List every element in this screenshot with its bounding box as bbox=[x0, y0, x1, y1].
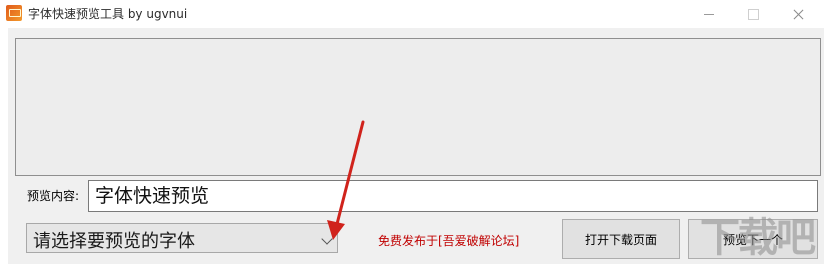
window-title: 字体快速预览工具 by ugvnui bbox=[28, 7, 188, 21]
maximize-button[interactable] bbox=[731, 0, 776, 28]
minimize-button[interactable] bbox=[686, 0, 731, 28]
title-bar[interactable]: 字体快速预览工具 by ugvnui bbox=[0, 0, 824, 28]
font-select-dropdown[interactable]: 请选择要预览的字体 bbox=[26, 223, 338, 253]
preview-content-label: 预览内容: bbox=[27, 189, 80, 203]
close-icon bbox=[793, 9, 804, 20]
watermark-logo: 下载吧 bbox=[700, 215, 816, 261]
release-notice: 免费发布于[吾爱破解论坛] bbox=[378, 234, 520, 248]
open-download-page-button[interactable]: 打开下载页面 bbox=[562, 219, 680, 259]
minimize-icon bbox=[703, 13, 714, 15]
close-button[interactable] bbox=[776, 0, 821, 28]
font-preview-panel bbox=[15, 38, 821, 176]
maximize-icon bbox=[748, 8, 759, 20]
chevron-down-icon bbox=[321, 233, 333, 245]
app-window: 字体快速预览工具 by ugvnui 预览内容: 字体快速预览 请选择要预览的字… bbox=[0, 0, 824, 264]
font-select-value: 请选择要预览的字体 bbox=[33, 231, 195, 252]
app-icon bbox=[6, 5, 22, 21]
